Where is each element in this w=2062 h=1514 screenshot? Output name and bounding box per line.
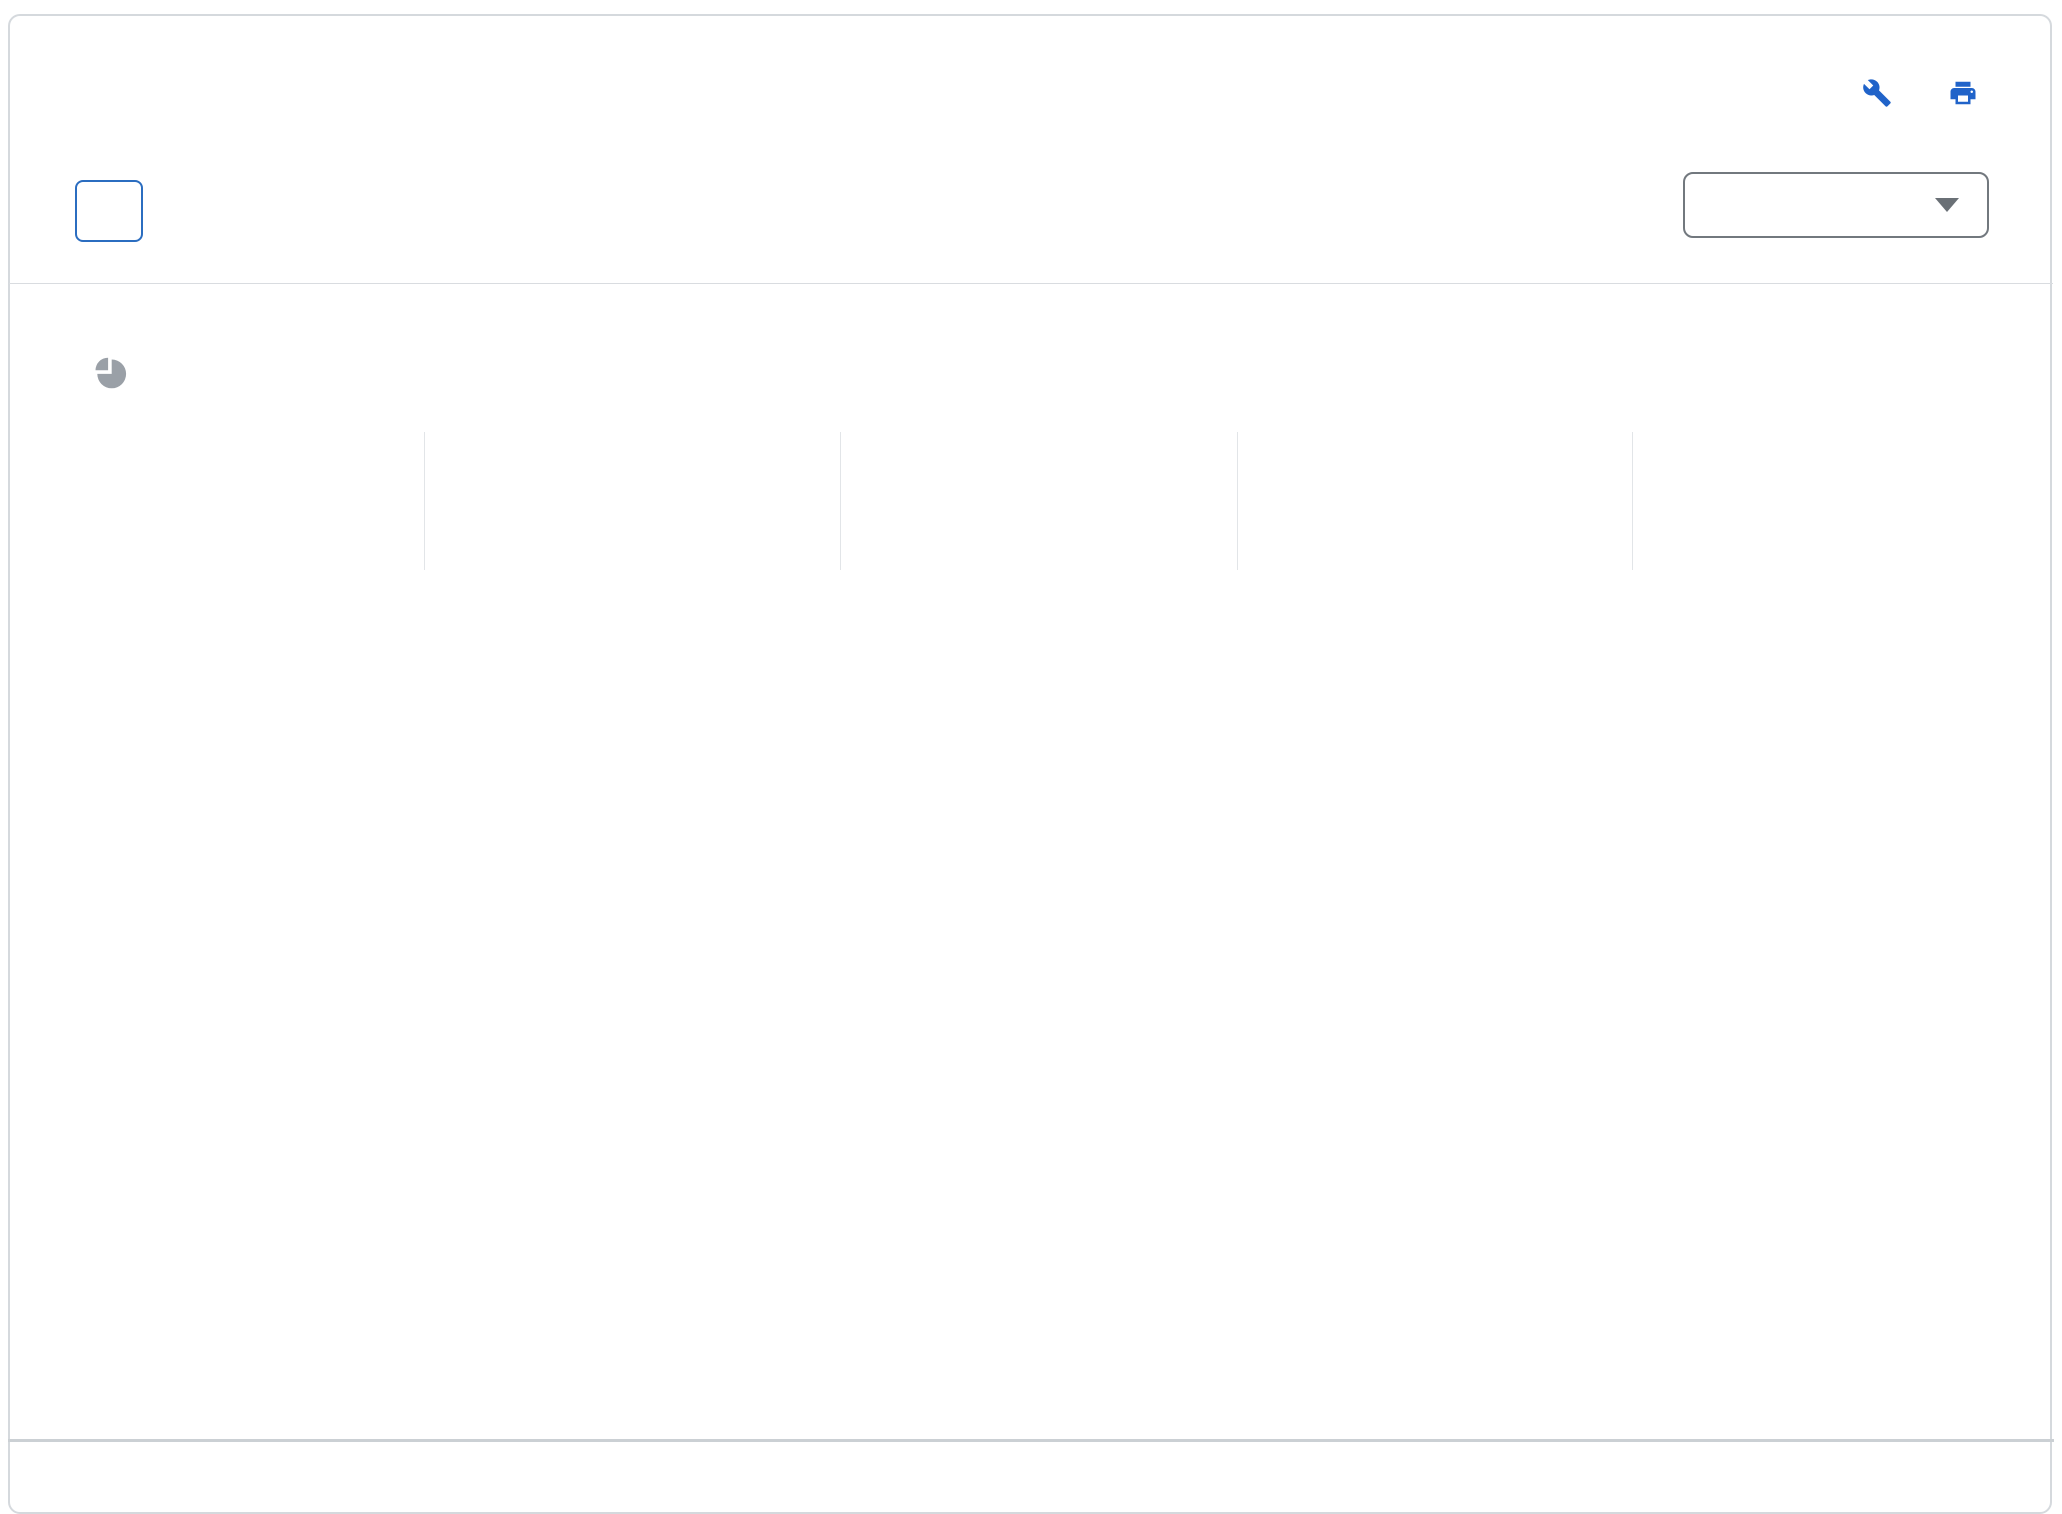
stat-divider bbox=[1237, 432, 1238, 570]
stat-divider bbox=[1632, 432, 1633, 570]
print-report-link[interactable] bbox=[1948, 78, 1990, 108]
verified-bot-legend-dot bbox=[1670, 430, 1692, 452]
section-bottom-divider bbox=[8, 1439, 2054, 1442]
bot-analytics-card bbox=[8, 14, 2052, 1514]
printer-icon bbox=[1948, 78, 1978, 108]
stat-likely-human[interactable] bbox=[1275, 430, 1312, 466]
stat-divider bbox=[840, 432, 841, 570]
wrench-icon bbox=[1862, 78, 1892, 108]
traffic-type-stats bbox=[0, 430, 2062, 570]
header-divider bbox=[9, 283, 2053, 284]
likely-human-legend-dot bbox=[1275, 430, 1297, 452]
likely-automated-legend-dot bbox=[880, 430, 902, 452]
time-range-select[interactable] bbox=[1683, 172, 1989, 238]
automated-legend-dot bbox=[479, 430, 501, 452]
configure-super-bot-fight-mode-link[interactable] bbox=[1862, 78, 1904, 108]
stat-divider bbox=[424, 432, 425, 570]
section-title bbox=[75, 355, 127, 399]
stat-automated[interactable] bbox=[479, 430, 516, 466]
add-filter-button[interactable] bbox=[75, 180, 143, 242]
stat-verified-bot[interactable] bbox=[1670, 430, 1707, 466]
stat-likely-automated[interactable] bbox=[880, 430, 917, 466]
header-actions bbox=[1862, 78, 1990, 108]
pie-chart-icon bbox=[91, 355, 127, 399]
chevron-down-icon bbox=[1935, 198, 1959, 212]
